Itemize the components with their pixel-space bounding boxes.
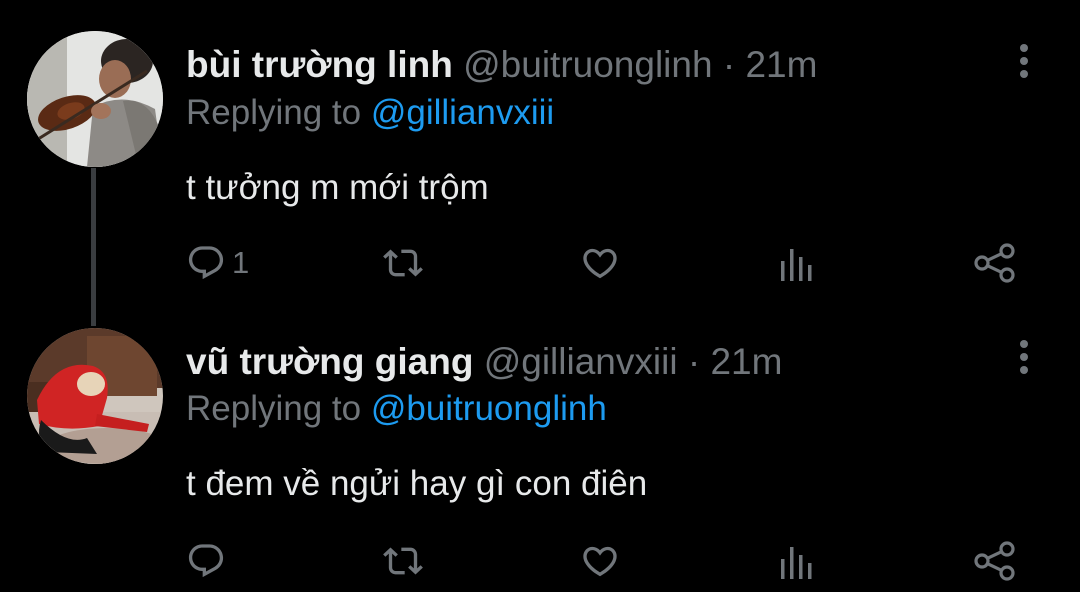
views-icon	[781, 547, 812, 579]
reply-button[interactable]	[186, 538, 232, 584]
replying-to-line: Replying to @buitruonglinh	[186, 388, 607, 430]
reply-icon	[188, 544, 224, 578]
like-icon	[583, 546, 617, 577]
tweet-text: t đem về ngửi hay gì con điên	[186, 464, 648, 503]
more-options-icon[interactable]	[1012, 338, 1036, 378]
share-icon	[974, 541, 1015, 581]
user-handle[interactable]: @gillianvxiii	[484, 341, 678, 382]
tweet-header: vũ trường giang @gillianvxiii · 21m	[186, 340, 782, 384]
retweet-button[interactable]	[381, 538, 425, 584]
replying-prefix: Replying to	[186, 389, 362, 428]
like-button[interactable]	[579, 538, 621, 584]
timestamp[interactable]: 21m	[710, 341, 782, 382]
separator-dot: ·	[687, 341, 701, 382]
retweet-icon	[383, 547, 423, 575]
share-button[interactable]	[973, 538, 1017, 584]
tweet-2[interactable]: vũ trường giang @gillianvxiii · 21m Repl…	[0, 0, 1080, 592]
avatar[interactable]	[27, 328, 163, 464]
replying-to-mention[interactable]: @buitruonglinh	[371, 389, 607, 428]
avatar-photo	[27, 328, 163, 464]
views-button[interactable]	[778, 540, 816, 586]
display-name[interactable]: vũ trường giang	[186, 341, 473, 382]
